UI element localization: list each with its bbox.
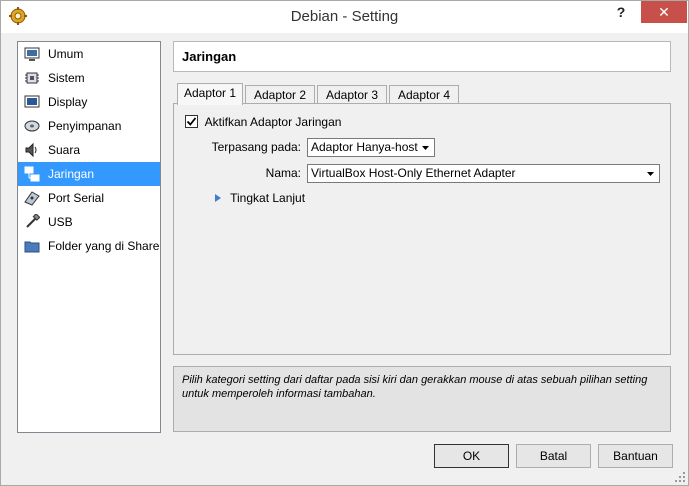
adapter-name-select[interactable]: VirtualBox Host-Only Ethernet Adapter [307,164,660,183]
sidebar-item-label: Jaringan [48,167,95,181]
sidebar-item-display[interactable]: Display [18,90,160,114]
enable-adapter-checkbox[interactable] [185,115,198,128]
category-list[interactable]: Umum Sistem Display Penyimpanan Suara Ja… [17,41,161,433]
chevron-down-icon[interactable] [419,141,432,154]
name-label: Nama: [265,166,301,180]
chip-icon [24,70,40,86]
sidebar-item-label: Display [48,95,88,109]
sidebar-item-label: USB [48,215,73,229]
chevron-down-icon[interactable] [644,167,657,180]
tab-adaptor-2[interactable]: Adaptor 2 [245,85,315,105]
display-icon [24,94,40,110]
page-title: Jaringan [173,41,671,72]
advanced-label: Tingkat Lanjut [230,191,306,205]
sidebar-item-suara[interactable]: Suara [18,138,160,162]
help-title-button[interactable]: ? [607,1,635,23]
adapter-name-value: VirtualBox Host-Only Ethernet Adapter [311,166,516,180]
network-icon [24,166,40,182]
tab-adaptor-1[interactable]: Adaptor 1 [177,83,243,105]
sidebar-item-label: Penyimpanan [48,119,122,133]
attached-label: Terpasang pada: [211,140,301,154]
sidebar-item-jaringan[interactable]: Jaringan [18,162,160,186]
checkmark-icon [186,117,197,126]
title-bar: Debian - Setting ? ✕ [1,1,688,33]
sidebar-item-sistem[interactable]: Sistem [18,66,160,90]
sidebar-item-port-serial[interactable]: Port Serial [18,186,160,210]
enable-adapter-row[interactable]: Aktifkan Adaptor Jaringan [185,114,341,130]
close-button[interactable]: ✕ [641,1,687,23]
monitor-icon [24,46,40,62]
sidebar-item-label: Port Serial [48,191,105,205]
sidebar-item-label: Umum [48,47,84,61]
usb-icon [24,213,41,230]
sidebar-item-penyimpanan[interactable]: Penyimpanan [18,114,160,138]
folder-icon [24,238,40,254]
sidebar-item-usb[interactable]: USB [18,210,160,234]
info-description: Pilih kategori setting dari daftar pada … [173,366,671,432]
enable-adapter-label: Aktifkan Adaptor Jaringan [204,115,342,129]
window-title: Debian - Setting [290,8,399,25]
sidebar-item-label: Suara [48,143,81,157]
ok-button[interactable]: OK [434,444,509,468]
attached-select-value: Adaptor Hanya-host [311,140,418,154]
disk-icon [24,118,40,134]
sidebar-item-label: Folder yang di Share [48,239,160,253]
settings-window: Debian - Setting ? ✕ Umum Sistem Display [0,0,689,486]
cancel-button[interactable]: Batal [516,444,591,468]
attached-select[interactable]: Adaptor Hanya-host [307,138,435,157]
tab-adaptor-4[interactable]: Adaptor 4 [389,85,459,105]
help-button[interactable]: Bantuan [598,444,673,468]
resize-grip-icon[interactable] [674,471,686,483]
sidebar-item-folder-share[interactable]: Folder yang di Share [18,234,160,258]
triangle-right-icon [215,194,221,202]
sidebar-item-umum[interactable]: Umum [18,42,160,66]
serial-port-icon [24,190,40,206]
tab-adaptor-3[interactable]: Adaptor 3 [317,85,387,105]
sidebar-item-label: Sistem [48,71,85,85]
speaker-icon [24,142,40,158]
advanced-toggle[interactable]: Tingkat Lanjut [213,190,305,206]
